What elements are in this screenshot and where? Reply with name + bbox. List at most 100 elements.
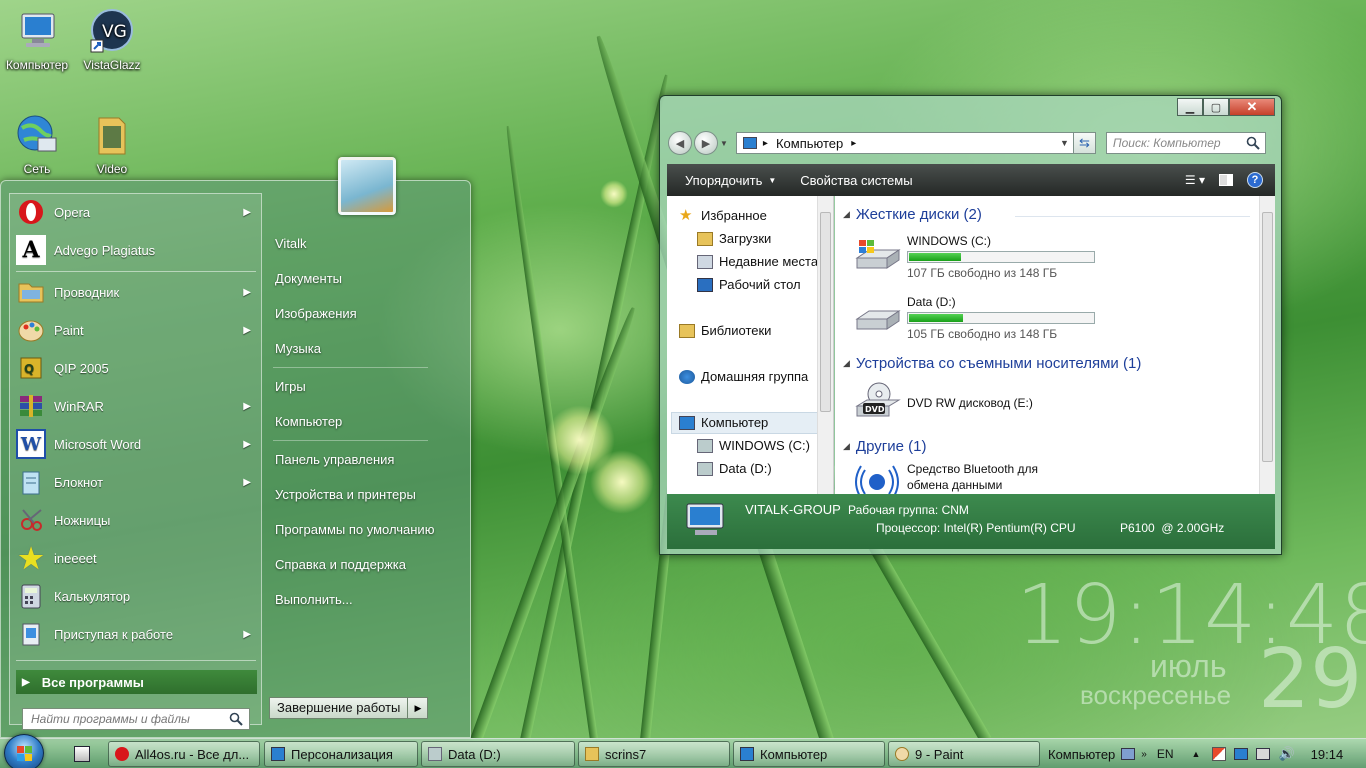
start-link-run[interactable]: Выполнить... [275,592,353,607]
desktop-icon-network[interactable]: Сеть [1,112,73,176]
taskbar-button-computer[interactable]: Компьютер [733,741,885,767]
show-desktop-icon[interactable] [74,746,90,762]
window-controls: ▁ ▢ ✕ [1177,98,1275,116]
taskbar-button-scrins7[interactable]: scrins7 [578,741,730,767]
volume-icon[interactable]: 🔊 [1278,746,1294,762]
svg-text:VG: VG [102,22,127,42]
folder-icon [585,747,599,761]
program-advego[interactable]: A Advego Plagiatus [13,232,259,268]
desktop-icon-video[interactable]: Video [76,112,148,176]
start-link-user[interactable]: Vitalk [275,236,307,251]
address-dropdown-icon[interactable]: ▼ [1060,138,1069,148]
start-link-pictures[interactable]: Изображения [275,306,357,321]
nav-scrollbar[interactable] [817,196,833,494]
nav-drive-c[interactable]: WINDOWS (C:) [697,438,810,453]
flag-icon[interactable] [1212,747,1227,761]
program-explorer[interactable]: Проводник ▶ [13,274,259,310]
nav-favorites[interactable]: ★ Избранное [679,208,767,224]
content-scrollbar[interactable] [1259,196,1275,494]
close-button[interactable]: ✕ [1229,98,1275,116]
tray-clock[interactable]: 19:14 [1311,747,1344,762]
address-bar[interactable]: ▸ Компьютер ▸ ▼ [735,132,1074,154]
program-winrar[interactable]: WinRAR ▶ [13,388,259,424]
program-paint[interactable]: Paint ▶ [13,312,259,348]
scrollbar-thumb[interactable] [1262,212,1273,462]
taskbar-button-paint[interactable]: 9 - Paint [888,741,1040,767]
nav-downloads[interactable]: Загрузки [697,231,771,246]
shutdown-options-button[interactable]: ▶ [408,697,429,719]
program-snipping-tool[interactable]: Ножницы [13,502,259,538]
all-programs-button[interactable]: ▶ Все программы [16,670,257,694]
start-link-devices[interactable]: Устройства и принтеры [275,487,416,502]
network-status-icon[interactable] [1256,748,1271,760]
taskbar-button-opera[interactable]: All4os.ru - Все дл... [108,741,260,767]
taskbar-button-personalization[interactable]: Персонализация [264,741,418,767]
drive-dvd[interactable]: DVD DVD RW дисковод (E:) [853,380,1033,420]
start-link-games[interactable]: Игры [275,379,306,394]
start-link-computer[interactable]: Компьютер [275,414,342,429]
tray-toolbar-label[interactable]: Компьютер [1048,747,1115,762]
start-link-control-panel[interactable]: Панель управления [275,452,394,467]
start-link-documents[interactable]: Документы [275,271,342,286]
calculator-icon [16,581,46,611]
organize-button[interactable]: Упорядочить ▼ [685,173,776,188]
system-properties-button[interactable]: Свойства системы [800,173,912,188]
shutdown-button[interactable]: Завершение работы [269,697,409,719]
program-word[interactable]: W Microsoft Word ▶ [13,426,259,462]
start-search-input[interactable]: Найти программы и файлы [22,708,250,730]
nav-computer[interactable]: Компьютер [679,415,768,430]
clock-day: 29 [1258,632,1363,727]
homegroup-icon [679,369,695,384]
program-qip[interactable]: Q QIP 2005 [13,350,259,386]
program-calculator[interactable]: Калькулятор [13,578,259,614]
refresh-button[interactable]: ⇆ [1073,132,1096,154]
preview-pane-icon[interactable] [1219,174,1233,186]
nav-drive-d[interactable]: Data (D:) [697,461,772,476]
group-removable[interactable]: ◢ Устройства со съемными носителями (1) [843,355,1141,372]
desktop-icon-computer[interactable]: Компьютер [1,8,73,72]
nav-desktop[interactable]: Рабочий стол [697,277,801,292]
minimize-button[interactable]: ▁ [1177,98,1203,116]
start-link-default-programs[interactable]: Программы по умолчанию [275,522,434,537]
paint-icon [16,315,46,345]
group-hard-disks[interactable]: ◢ Жесткие диски (2) [843,206,982,223]
maximize-button[interactable]: ▢ [1203,98,1229,116]
search-input[interactable]: Поиск: Компьютер [1105,132,1266,154]
drive-d[interactable]: Data (D:) 105 ГБ свободно из 148 ГБ [853,295,1095,341]
tray-expand-icon[interactable]: ▲ [1192,749,1201,759]
user-picture[interactable] [338,157,396,215]
nav-homegroup[interactable]: Домашняя группа [679,369,808,384]
scrollbar-thumb[interactable] [820,212,831,412]
language-indicator[interactable]: EN [1157,747,1174,761]
program-notepad[interactable]: Блокнот ▶ [13,464,259,500]
view-options-icon[interactable]: ☰ ▾ [1185,173,1205,187]
nav-recent-places[interactable]: Недавние места [697,254,818,269]
collapse-triangle-icon: ◢ [843,209,850,219]
help-icon[interactable]: ? [1247,172,1263,188]
start-link-music[interactable]: Музыка [275,341,321,356]
drive-c[interactable]: WINDOWS (C:) 107 ГБ свободно из 148 ГБ [853,234,1095,280]
search-icon [1246,136,1260,150]
taskbar-button-data-d[interactable]: Data (D:) [421,741,575,767]
back-button[interactable]: ◀ [668,131,692,155]
star-icon: ★ [18,542,44,574]
drive-usage-bar [907,312,1095,324]
start-button[interactable] [4,734,44,768]
bluetooth-device[interactable]: Средство Bluetooth для обмена данными [853,462,1038,494]
desktop-icon-vistaglazz[interactable]: VG VistaGlazz [76,8,148,72]
explorer-window[interactable]: ▁ ▢ ✕ ◀ ▶ ▼ ▸ Компьютер ▸ ▼ ⇆ Поиск: Ком… [659,95,1282,555]
history-dropdown-icon[interactable]: ▼ [720,139,728,148]
qip-icon: Q [16,353,46,383]
address-text: Компьютер [775,135,844,151]
group-other[interactable]: ◢ Другие (1) [843,438,926,455]
network-places-icon[interactable] [1121,748,1136,760]
program-opera[interactable]: Opera ▶ [13,194,259,230]
start-link-help[interactable]: Справка и поддержка [275,557,406,572]
forward-button[interactable]: ▶ [694,131,718,155]
workgroup: Рабочая группа: CNM [848,503,969,517]
nav-libraries[interactable]: Библиотеки [679,323,771,338]
program-getting-started[interactable]: Приступая к работе ▶ [13,616,259,652]
toolbar-overflow-icon[interactable]: » [1141,749,1147,760]
program-ineeeet[interactable]: ★ ineeeet [13,540,259,576]
display-icon[interactable] [1234,748,1249,760]
